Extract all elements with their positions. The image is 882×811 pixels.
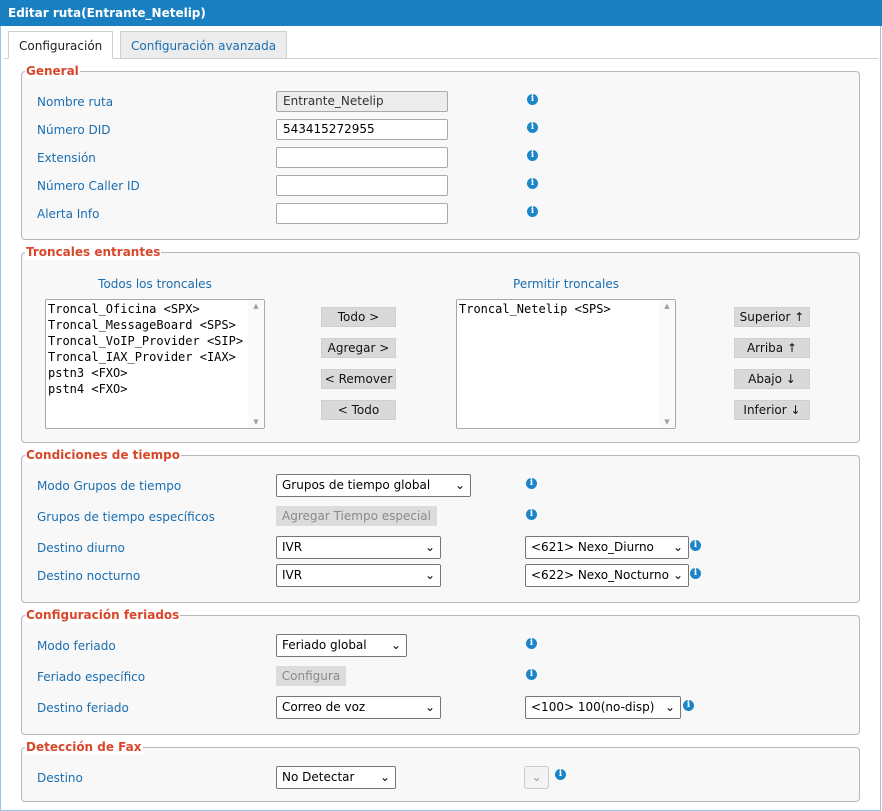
info-icon[interactable]: i	[527, 122, 538, 133]
info-icon[interactable]: i	[690, 540, 701, 551]
info-icon[interactable]: i	[555, 769, 566, 780]
scrollbar[interactable]: ▲ ▼	[248, 300, 264, 428]
holiday-mode-label: Modo feriado	[37, 639, 116, 653]
specific-time-label: Grupos de tiempo específicos	[37, 510, 215, 524]
chevron-down-icon: ⌄	[531, 770, 542, 784]
info-icon[interactable]: i	[526, 669, 537, 680]
chevron-down-icon: ⌄	[454, 478, 465, 492]
fax-destination-select[interactable]: No Detectar ⌄	[276, 766, 396, 789]
fax-destination-value: No Detectar	[282, 770, 355, 784]
chevron-down-icon: ⌄	[424, 540, 435, 554]
extension-label: Extensión	[37, 151, 96, 165]
list-item[interactable]: pstn3 <FXO>	[46, 365, 264, 381]
add-all-button[interactable]: Todo >	[321, 307, 396, 327]
allowed-trunks-list[interactable]: Troncal_Netelip <SPS> ▲ ▼	[456, 299, 676, 429]
specific-holiday-label: Feriado específico	[37, 670, 146, 684]
route-name-field: Entrante_Netelip	[276, 91, 448, 112]
night-type-select[interactable]: IVR ⌄	[276, 564, 441, 587]
info-icon[interactable]: i	[683, 700, 694, 711]
info-icon[interactable]: i	[526, 509, 537, 520]
remove-all-button[interactable]: < Todo	[321, 400, 396, 420]
holiday-target-value: <100> 100(no-disp)	[531, 700, 655, 714]
list-item[interactable]: Troncal_MessageBoard <SPS>	[46, 317, 264, 333]
chevron-down-icon: ⌄	[424, 700, 435, 714]
holiday-type-value: Correo de voz	[282, 700, 366, 714]
list-item[interactable]: Troncal_Netelip <SPS>	[457, 301, 675, 317]
callerid-label: Número Caller ID	[37, 179, 140, 193]
day-type-select[interactable]: IVR ⌄	[276, 536, 441, 559]
info-icon[interactable]: i	[527, 150, 538, 161]
info-icon[interactable]: i	[527, 206, 538, 217]
move-top-button[interactable]: Superior ↑	[734, 307, 810, 327]
extension-field[interactable]	[276, 147, 448, 168]
info-icon[interactable]: i	[690, 568, 701, 579]
holiday-legend: Configuración feriados	[25, 607, 181, 623]
fax-section	[21, 747, 860, 802]
holiday-mode-select[interactable]: Feriado global ⌄	[276, 634, 407, 657]
day-type-value: IVR	[282, 540, 303, 554]
remove-button[interactable]: < Remover	[321, 369, 396, 389]
alertinfo-label: Alerta Info	[37, 207, 100, 221]
list-item[interactable]: Troncal_IAX_Provider <IAX>	[46, 349, 264, 365]
did-label: Número DID	[37, 123, 111, 137]
configure-holiday-button[interactable]: Configura	[276, 666, 346, 686]
did-field[interactable]: 543415272955	[276, 119, 448, 140]
chevron-down-icon: ⌄	[390, 638, 401, 652]
info-icon[interactable]: i	[526, 478, 537, 489]
fax-destination-label: Destino	[37, 771, 83, 785]
alertinfo-field[interactable]	[276, 203, 448, 224]
add-button[interactable]: Agregar >	[321, 338, 396, 358]
holiday-destination-label: Destino feriado	[37, 701, 129, 715]
night-target-value: <622> Nexo_Nocturno	[531, 568, 669, 582]
all-trunks-header: Todos los troncales	[98, 277, 212, 291]
chevron-down-icon: ⌄	[672, 568, 683, 582]
day-target-value: <621> Nexo_Diurno	[531, 540, 654, 554]
chevron-down-icon: ⌄	[424, 568, 435, 582]
general-legend: General	[25, 63, 80, 79]
move-down-button[interactable]: Abajo ↓	[734, 369, 810, 389]
list-item[interactable]: Troncal_VoIP_Provider <SIP>	[46, 333, 264, 349]
tab-configuracion-avanzada[interactable]: Configuración avanzada	[120, 31, 288, 59]
time-mode-value: Grupos de tiempo global	[282, 478, 431, 492]
window-title: Editar ruta(Entrante_Netelip)	[0, 0, 882, 26]
route-name-label: Nombre ruta	[37, 95, 114, 109]
time-mode-select[interactable]: Grupos de tiempo global ⌄	[276, 474, 471, 497]
fax-secondary-select: ⌄	[524, 766, 549, 789]
holiday-mode-value: Feriado global	[282, 638, 367, 652]
scrollbar[interactable]: ▲ ▼	[659, 300, 675, 428]
time-legend: Condiciones de tiempo	[25, 447, 182, 463]
all-trunks-list[interactable]: Troncal_Oficina <SPX> Troncal_MessageBoa…	[45, 299, 265, 429]
info-icon[interactable]: i	[526, 638, 537, 649]
list-item[interactable]: Troncal_Oficina <SPX>	[46, 301, 264, 317]
add-special-time-button[interactable]: Agregar Tiempo especial	[276, 506, 437, 526]
holiday-type-select[interactable]: Correo de voz ⌄	[276, 696, 441, 719]
chevron-down-icon: ⌄	[672, 540, 683, 554]
time-mode-label: Modo Grupos de tiempo	[37, 479, 182, 493]
move-up-button[interactable]: Arriba ↑	[734, 338, 810, 358]
tab-configuracion[interactable]: Configuración	[8, 31, 114, 59]
tab-divider	[4, 58, 878, 59]
night-destination-label: Destino nocturno	[37, 569, 141, 583]
allowed-trunks-header: Permitir troncales	[513, 277, 619, 291]
trunks-legend: Troncales entrantes	[25, 244, 162, 260]
night-target-select[interactable]: <622> Nexo_Nocturno ⌄	[525, 564, 689, 587]
list-item[interactable]: pstn4 <FXO>	[46, 381, 264, 397]
info-icon[interactable]: i	[527, 94, 538, 105]
chevron-down-icon: ⌄	[379, 770, 390, 784]
chevron-down-icon: ⌄	[664, 700, 675, 714]
day-destination-label: Destino diurno	[37, 541, 125, 555]
fax-legend: Detección de Fax	[25, 739, 143, 755]
callerid-field[interactable]	[276, 175, 448, 196]
holiday-target-select[interactable]: <100> 100(no-disp) ⌄	[525, 696, 681, 719]
day-target-select[interactable]: <621> Nexo_Diurno ⌄	[525, 536, 689, 559]
night-type-value: IVR	[282, 568, 303, 582]
move-bottom-button[interactable]: Inferior ↓	[734, 400, 810, 420]
info-icon[interactable]: i	[527, 178, 538, 189]
